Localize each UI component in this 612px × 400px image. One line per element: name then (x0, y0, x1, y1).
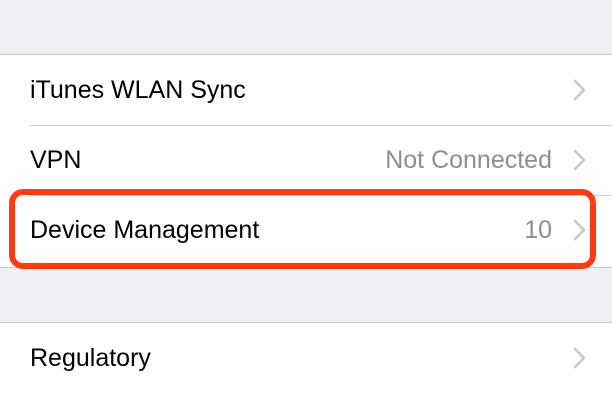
vpn-status-value: Not Connected (385, 145, 552, 174)
settings-group-legal: Regulatory (0, 322, 612, 400)
regulatory-row[interactable]: Regulatory (0, 323, 612, 393)
itunes-wlan-sync-label: iTunes WLAN Sync (30, 75, 246, 104)
vpn-row[interactable]: VPN Not Connected (0, 125, 612, 195)
settings-screen: iTunes WLAN Sync VPN Not Connected Devic… (0, 0, 612, 400)
regulatory-label: Regulatory (30, 343, 151, 372)
chevron-right-icon (573, 79, 586, 101)
itunes-wlan-sync-row[interactable]: iTunes WLAN Sync (0, 55, 612, 125)
chevron-right-icon (573, 149, 586, 171)
chevron-right-icon (573, 347, 586, 369)
vpn-label: VPN (30, 145, 82, 174)
settings-group-general: iTunes WLAN Sync VPN Not Connected Devic… (0, 54, 612, 268)
device-management-value: 10 (524, 215, 552, 244)
chevron-right-icon (573, 219, 586, 241)
device-management-row[interactable]: Device Management 10 (0, 195, 612, 265)
device-management-label: Device Management (30, 215, 260, 244)
